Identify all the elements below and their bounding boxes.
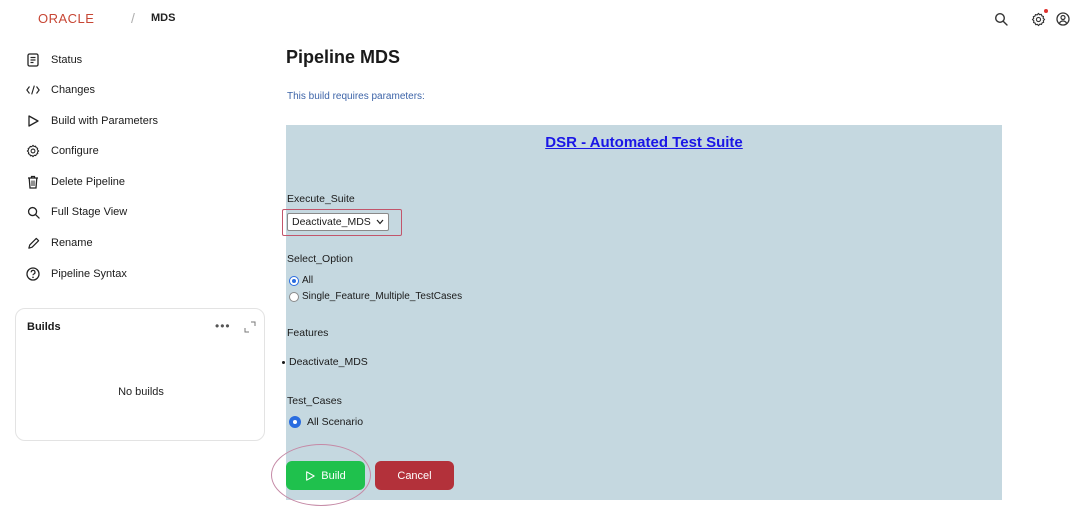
build-button[interactable]: Build	[286, 461, 365, 490]
test-cases-label: Test_Cases	[287, 395, 342, 407]
feature-name: Deactivate_MDS	[289, 356, 368, 368]
radio-label: All Scenario	[307, 416, 364, 428]
sidebar-item-configure[interactable]: Configure	[26, 141, 99, 161]
expand-icon[interactable]	[244, 320, 256, 333]
play-icon	[26, 114, 40, 128]
notification-dot	[1044, 9, 1048, 13]
parameters-note: This build requires parameters:	[287, 91, 425, 102]
page-title: Pipeline MDS	[286, 47, 401, 67]
bullet-icon	[282, 360, 285, 364]
feature-list-item: Deactivate_MDS	[282, 356, 368, 368]
cancel-button-label: Cancel	[397, 469, 432, 482]
breadcrumb-separator: /	[131, 10, 135, 26]
search-icon	[26, 205, 40, 219]
sidebar-item-changes[interactable]: Changes	[26, 80, 95, 100]
sidebar-item-build-with-parameters[interactable]: Build with Parameters	[26, 111, 158, 131]
sidebar-item-full-stage-view[interactable]: Full Stage View	[26, 202, 127, 222]
sidebar-item-label: Changes	[51, 84, 96, 96]
execute-suite-label: Execute_Suite	[287, 193, 355, 205]
radio-selected-icon[interactable]	[289, 275, 299, 286]
sidebar-item-label: Delete Pipeline	[51, 176, 125, 188]
cancel-button[interactable]: Cancel	[375, 461, 454, 490]
execute-suite-value: Deactivate_MDS	[292, 216, 371, 228]
suite-heading-link[interactable]: DSR - Automated Test Suite	[286, 134, 1002, 151]
gear-icon	[26, 144, 40, 158]
help-icon	[26, 267, 40, 281]
pencil-icon	[26, 236, 40, 250]
play-icon	[306, 470, 315, 481]
sidebar-item-label: Full Stage View	[51, 206, 128, 218]
radio-label: Single_Feature_Multiple_TestCases	[302, 291, 463, 302]
sidebar-item-delete-pipeline[interactable]: Delete Pipeline	[26, 172, 125, 192]
builds-title: Builds	[27, 321, 61, 333]
more-options-icon[interactable]: •••	[215, 319, 231, 333]
builds-panel: Builds ••• No builds	[15, 308, 265, 441]
sidebar-item-label: Status	[51, 54, 83, 66]
features-label: Features	[287, 327, 329, 339]
radio-unselected-icon[interactable]	[289, 291, 299, 302]
search-icon[interactable]	[993, 11, 1009, 27]
sidebar-item-rename[interactable]: Rename	[26, 233, 93, 253]
build-button-label: Build	[321, 469, 346, 482]
breadcrumb-mds[interactable]: MDS	[151, 12, 175, 24]
execute-suite-select[interactable]: Deactivate_MDS	[287, 213, 389, 231]
sidebar-item-pipeline-syntax[interactable]: Pipeline Syntax	[26, 264, 127, 284]
select-option-label: Select_Option	[287, 253, 353, 265]
top-bar: ORACLE / MDS	[0, 0, 1082, 38]
no-builds-text: No builds	[118, 386, 164, 398]
sidebar-item-status[interactable]: Status	[26, 50, 82, 70]
chevron-down-icon	[376, 216, 384, 228]
radio-selected-icon[interactable]	[289, 416, 301, 428]
sidebar-item-label: Build with Parameters	[51, 115, 158, 127]
radio-option-single-feature[interactable]: Single_Feature_Multiple_TestCases	[289, 291, 462, 302]
sidebar-item-label: Rename	[51, 237, 93, 249]
code-icon	[26, 83, 40, 97]
user-icon[interactable]	[1055, 11, 1071, 27]
sidebar-item-label: Configure	[51, 145, 99, 157]
sidebar-item-label: Pipeline Syntax	[51, 268, 127, 280]
document-icon	[26, 53, 40, 67]
parameters-panel: DSR - Automated Test Suite	[286, 125, 1002, 500]
gear-icon[interactable]	[1030, 9, 1048, 27]
trash-icon	[26, 175, 40, 189]
radio-all-scenario[interactable]: All Scenario	[289, 416, 363, 428]
oracle-logo[interactable]: ORACLE	[38, 11, 94, 26]
radio-label: All	[302, 275, 314, 286]
radio-option-all[interactable]: All	[289, 275, 313, 286]
